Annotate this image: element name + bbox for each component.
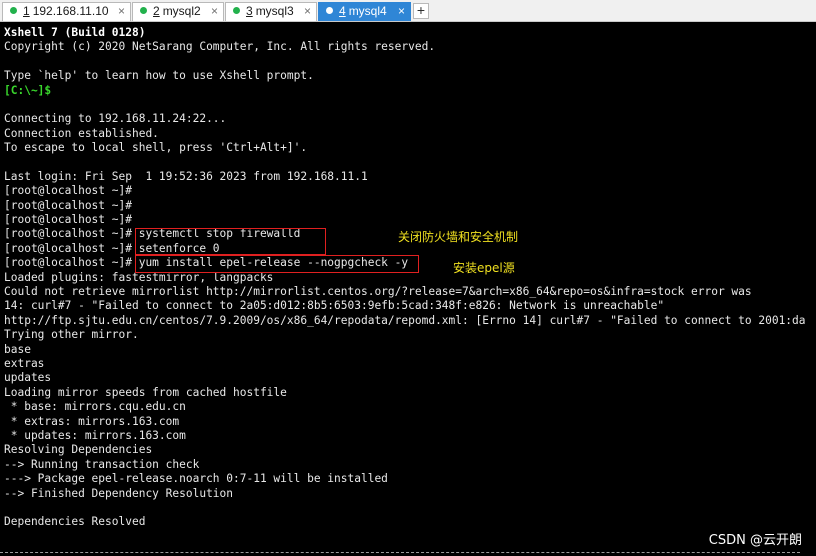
terminal-line: Connection established. (4, 126, 159, 140)
tab-label: mysql4 (348, 4, 387, 18)
session-status-dot-icon (140, 7, 147, 14)
highlight-box-firewall-commands (135, 228, 326, 255)
terminal-line: updates (4, 371, 52, 385)
close-tab-icon[interactable]: × (211, 3, 218, 20)
terminal-line: * base: mirrors.cqu.edu.cn (4, 400, 186, 414)
terminal-line: Xshell 7 (Build 0128) (4, 26, 146, 39)
highlight-box-yum-command (135, 255, 419, 273)
terminal-line: Type `help' to learn how to use Xshell p… (4, 69, 314, 83)
close-tab-icon[interactable]: × (398, 3, 405, 20)
terminal-line: extras (4, 356, 45, 370)
tab-label: 192.168.11.10 (32, 4, 109, 18)
session-status-dot-icon (233, 7, 240, 14)
tab-number: 2 (153, 4, 160, 18)
tab-session-3[interactable]: 3 mysql3 × (225, 2, 317, 21)
terminal-line: ---> Package epel-release.noarch 0:7-11 … (4, 472, 388, 486)
tab-label: mysql3 (255, 4, 294, 18)
terminal-line: * updates: mirrors.163.com (4, 428, 186, 442)
terminal-line: Could not retrieve mirrorlist http://mir… (4, 285, 752, 299)
terminal-line: Resolving Dependencies (4, 443, 153, 457)
terminal-line: --> Running transaction check (4, 457, 200, 471)
terminal-line: Copyright (c) 2020 NetSarang Computer, I… (4, 40, 436, 54)
close-tab-icon[interactable]: × (304, 3, 311, 20)
terminal-line: To escape to local shell, press 'Ctrl+Al… (4, 141, 308, 155)
terminal-line: http://ftp.sjtu.edu.cn/centos/7.9.2009/o… (4, 313, 806, 327)
tab-number: 3 (246, 4, 253, 18)
terminal-line: Last login: Fri Sep 1 19:52:36 2023 from… (4, 169, 368, 183)
terminal-line: Trying other mirror. (4, 328, 139, 342)
tab-number: 1 (23, 4, 30, 18)
terminal-line: Connecting to 192.168.11.24:22... (4, 112, 227, 126)
tab-session-2[interactable]: 2 mysql2 × (132, 2, 224, 21)
tab-label: mysql2 (162, 4, 201, 18)
terminal-line: Loading mirror speeds from cached hostfi… (4, 385, 287, 399)
annotation-firewall-note: 关闭防火墙和安全机制 (398, 230, 519, 244)
terminal-line: [root@localhost ~]# (4, 213, 132, 227)
tab-session-4[interactable]: 4 mysql4 × (318, 2, 411, 21)
terminal-bottom-divider (0, 552, 800, 553)
csdn-watermark: CSDN @云开朗 (708, 533, 802, 548)
terminal-line: [root@localhost ~]# (4, 198, 132, 212)
terminal-line: 14: curl#7 - "Failed to connect to 2a05:… (4, 299, 665, 313)
session-status-dot-icon (10, 7, 17, 14)
tab-session-1[interactable]: 1 192.168.11.10 × (2, 2, 131, 21)
close-tab-icon[interactable]: × (118, 3, 125, 20)
terminal-line: base (4, 342, 31, 356)
session-tab-bar: 1 192.168.11.10 × 2 mysql2 × 3 mysql3 × 4 my… (0, 0, 816, 22)
annotation-epel-note: 安装epel源 (453, 261, 515, 275)
session-status-dot-icon (326, 7, 333, 14)
terminal-line: --> Finished Dependency Resolution (4, 486, 234, 500)
terminal-output[interactable]: Xshell 7 (Build 0128) Copyright (c) 2020 … (4, 26, 814, 546)
terminal-line: Dependencies Resolved (4, 515, 146, 529)
terminal-line: [root@localhost ~]# (4, 184, 132, 198)
tab-number: 4 (339, 4, 346, 18)
terminal-line: [C:\~]$ (4, 83, 52, 97)
add-tab-button[interactable]: + (413, 3, 429, 19)
terminal-line: * extras: mirrors.163.com (4, 414, 180, 428)
